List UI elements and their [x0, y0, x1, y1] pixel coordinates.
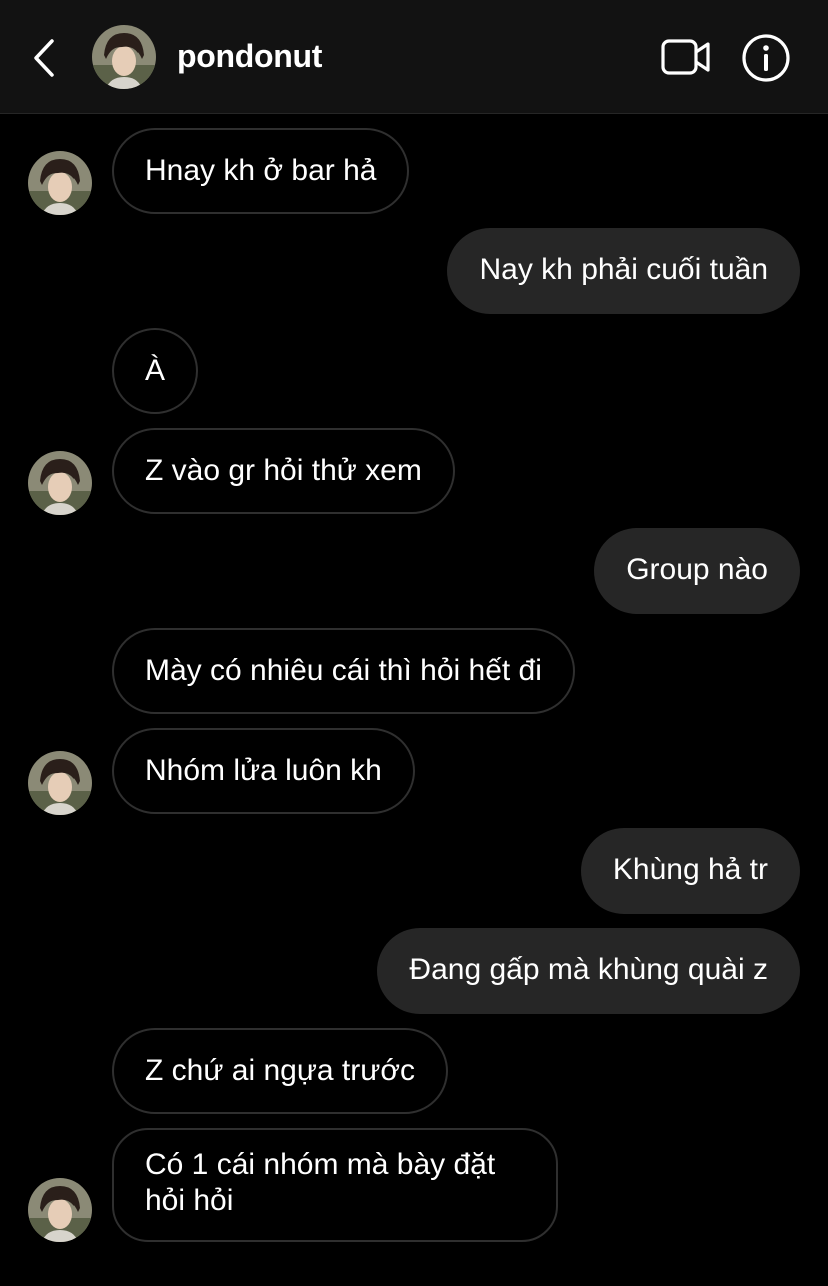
incoming-message-bubble[interactable]: À [112, 328, 199, 414]
message-row: Nhóm lửa luôn kh [0, 728, 828, 815]
message-row: Mày có nhiêu cái thì hỏi hết đi [0, 628, 828, 714]
sender-avatar[interactable] [28, 451, 92, 515]
incoming-message-bubble[interactable]: Nhóm lửa luôn kh [112, 728, 415, 814]
outgoing-message-bubble[interactable]: Nay kh phải cuối tuần [447, 228, 800, 314]
message-row: Đang gấp mà khùng quài z [0, 928, 828, 1014]
message-row: Group nào [0, 528, 828, 614]
message-row: Nay kh phải cuối tuần [0, 228, 828, 314]
outgoing-message-bubble[interactable]: Group nào [594, 528, 800, 614]
sender-avatar[interactable] [28, 1178, 92, 1242]
message-list[interactable]: Hnay kh ở bar hả Nay kh phải cuối tuần À… [0, 114, 828, 1286]
message-row: Khùng hả tr [0, 828, 828, 914]
avatar [28, 451, 92, 515]
info-button[interactable] [741, 33, 791, 83]
outgoing-message-bubble[interactable]: Khùng hả tr [580, 828, 800, 914]
chat-header: pondonut [0, 0, 828, 114]
message-row: À [0, 328, 828, 414]
info-circle-icon [742, 34, 790, 82]
chat-username[interactable]: pondonut [177, 36, 322, 76]
sender-avatar[interactable] [28, 751, 92, 815]
outgoing-message-bubble[interactable]: Đang gấp mà khùng quài z [377, 928, 800, 1014]
back-button[interactable] [28, 36, 62, 80]
incoming-message-bubble[interactable]: Mày có nhiêu cái thì hỏi hết đi [112, 628, 575, 714]
incoming-message-bubble[interactable]: Hnay kh ở bar hả [112, 128, 410, 214]
message-row: Z chứ ai ngựa trước [0, 1028, 828, 1114]
message-row: Hnay kh ở bar hả [0, 128, 828, 215]
sender-avatar[interactable] [28, 151, 92, 215]
video-camera-icon [661, 39, 710, 75]
incoming-message-bubble[interactable]: Z vào gr hỏi thử xem [112, 428, 455, 514]
avatar [28, 751, 92, 815]
chevron-left-icon [34, 39, 54, 77]
incoming-message-bubble[interactable]: Z chứ ai ngựa trước [112, 1028, 448, 1114]
avatar [28, 1178, 92, 1242]
incoming-message-bubble[interactable]: Có 1 cái nhóm mà bày đặt hỏi hỏi [112, 1128, 558, 1242]
avatar [28, 151, 92, 215]
video-call-button[interactable] [660, 36, 712, 78]
avatar [92, 25, 156, 89]
header-avatar[interactable] [92, 25, 156, 89]
message-row: Z vào gr hỏi thử xem [0, 428, 828, 515]
message-row: Có 1 cái nhóm mà bày đặt hỏi hỏi [0, 1128, 828, 1242]
